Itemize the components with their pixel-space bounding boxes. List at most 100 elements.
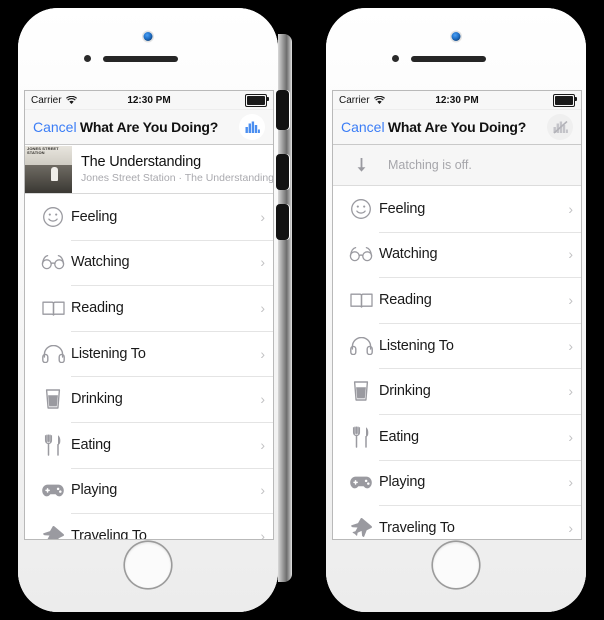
status-bar-clock: 12:30 PM	[435, 94, 479, 106]
list-item-label: Feeling	[71, 208, 118, 225]
list-item-label: Feeling	[379, 200, 426, 217]
list-item-label: Listening To	[71, 345, 146, 362]
activity-list: Feeling › Watching › Reading › Listening To › Dr…	[25, 194, 273, 540]
chevron-right-icon: ›	[568, 337, 573, 354]
arrow-down-icon	[343, 157, 379, 173]
list-item[interactable]: Feeling ›	[333, 186, 581, 232]
earpiece-speaker-icon	[411, 56, 486, 62]
list-item[interactable]: Drinking ›	[333, 368, 581, 414]
front-camera-icon	[143, 32, 153, 41]
list-item[interactable]: Watching ›	[25, 239, 273, 286]
screenshot-stage: Carrier 12:30 PM Cancel What Are You Doi…	[0, 0, 604, 620]
earpiece-speaker-icon	[103, 56, 178, 62]
cancel-button[interactable]: Cancel	[341, 119, 385, 135]
cancel-button[interactable]: Cancel	[33, 119, 77, 135]
home-button[interactable]	[433, 542, 479, 588]
volume-down-button[interactable]	[276, 204, 289, 240]
list-item-label: Playing	[379, 474, 426, 491]
list-item-label: Reading	[71, 299, 124, 316]
list-item[interactable]: Listening To ›	[333, 322, 581, 369]
list-item-label: Reading	[379, 291, 432, 308]
chevron-right-icon: ›	[568, 383, 573, 400]
headphones-icon	[343, 336, 379, 355]
chevron-right-icon: ›	[260, 527, 265, 540]
drink-glass-icon	[343, 380, 379, 402]
activity-list: Feeling › Watching › Reading › Listening To › Dr…	[333, 186, 581, 539]
list-item[interactable]: Traveling To ›	[25, 513, 273, 540]
right-phone-device: Carrier 12:30 PM Cancel What Are You Doi…	[326, 8, 586, 612]
list-item-label: Listening To	[379, 337, 454, 354]
list-item-label: Eating	[379, 428, 419, 445]
chevron-right-icon: ›	[568, 519, 573, 536]
left-phone-body: Carrier 12:30 PM Cancel What Are You Doi…	[18, 8, 278, 612]
album-artwork: JONES STREET STATION	[25, 145, 72, 193]
list-item-label: Traveling To	[379, 519, 455, 536]
list-item[interactable]: Reading ›	[333, 277, 581, 323]
home-button[interactable]	[125, 542, 171, 588]
list-item[interactable]: Playing ›	[25, 467, 273, 514]
gamepad-icon	[35, 483, 71, 498]
proximity-sensor-icon	[392, 55, 399, 62]
list-item[interactable]: Traveling To ›	[333, 505, 581, 539]
now-playing-subtitle: Jones Street Station · The Understanding	[81, 171, 273, 184]
now-playing-text: The Understanding Jones Street Station ·…	[72, 154, 273, 185]
navigation-bar: Cancel What Are You Doing?	[333, 110, 581, 145]
list-item-label: Traveling To	[71, 527, 147, 540]
airplane-icon	[35, 525, 71, 539]
chevron-right-icon: ›	[260, 391, 265, 408]
left-phone-device: Carrier 12:30 PM Cancel What Are You Doi…	[18, 8, 278, 612]
chevron-right-icon: ›	[568, 474, 573, 491]
list-item-label: Watching	[379, 246, 438, 263]
chevron-right-icon: ›	[568, 428, 573, 445]
open-book-icon	[343, 291, 379, 309]
volume-up-button[interactable]	[276, 154, 289, 190]
matching-bars-disabled-icon[interactable]	[547, 114, 573, 140]
headphones-icon	[35, 344, 71, 363]
artwork-text: JONES STREET STATION	[27, 145, 59, 156]
list-item[interactable]: Playing ›	[333, 459, 581, 506]
open-book-icon	[35, 299, 71, 317]
list-item[interactable]: Feeling ›	[25, 194, 273, 240]
matching-off-label: Matching is off.	[388, 158, 472, 172]
fork-knife-icon	[35, 434, 71, 456]
airplane-icon	[343, 517, 379, 538]
smiley-face-icon	[35, 206, 71, 228]
list-item-label: Watching	[71, 254, 130, 271]
matching-bars-icon[interactable]	[239, 114, 265, 140]
device-side-edge	[276, 34, 292, 582]
list-item[interactable]: Listening To ›	[25, 330, 273, 377]
now-playing-title: The Understanding	[81, 153, 201, 170]
list-item[interactable]: Eating ›	[25, 421, 273, 468]
right-phone-screen: Carrier 12:30 PM Cancel What Are You Doi…	[332, 90, 582, 540]
chevron-right-icon: ›	[260, 482, 265, 499]
chevron-right-icon: ›	[260, 436, 265, 453]
now-playing-row[interactable]: JONES STREET STATION The Understanding J…	[25, 145, 273, 194]
status-bar: Carrier 12:30 PM	[25, 91, 273, 110]
list-item[interactable]: Eating ›	[333, 413, 581, 460]
chevron-right-icon: ›	[260, 254, 265, 271]
list-item[interactable]: Drinking ›	[25, 376, 273, 422]
chevron-right-icon: ›	[260, 208, 265, 225]
chevron-right-icon: ›	[260, 299, 265, 316]
status-bar: Carrier 12:30 PM	[333, 91, 581, 110]
battery-full-icon	[245, 93, 269, 107]
left-phone-screen: Carrier 12:30 PM Cancel What Are You Doi…	[24, 90, 274, 540]
status-bar-clock: 12:30 PM	[127, 94, 171, 106]
drink-glass-icon	[35, 388, 71, 410]
mute-switch[interactable]	[276, 90, 289, 130]
front-camera-icon	[451, 32, 461, 41]
list-item-label: Playing	[71, 482, 118, 499]
list-item[interactable]: Watching ›	[333, 231, 581, 278]
chevron-right-icon: ›	[568, 246, 573, 263]
fork-knife-icon	[343, 426, 379, 448]
chevron-right-icon: ›	[260, 345, 265, 362]
list-item[interactable]: Reading ›	[25, 285, 273, 331]
glasses-icon	[343, 246, 379, 262]
list-item-label: Drinking	[71, 391, 123, 408]
list-item-label: Drinking	[379, 383, 431, 400]
matching-off-row: Matching is off.	[333, 145, 581, 186]
gamepad-icon	[343, 475, 379, 490]
status-bar-right	[553, 93, 577, 107]
status-bar-right	[245, 93, 269, 107]
battery-full-icon	[553, 93, 577, 107]
